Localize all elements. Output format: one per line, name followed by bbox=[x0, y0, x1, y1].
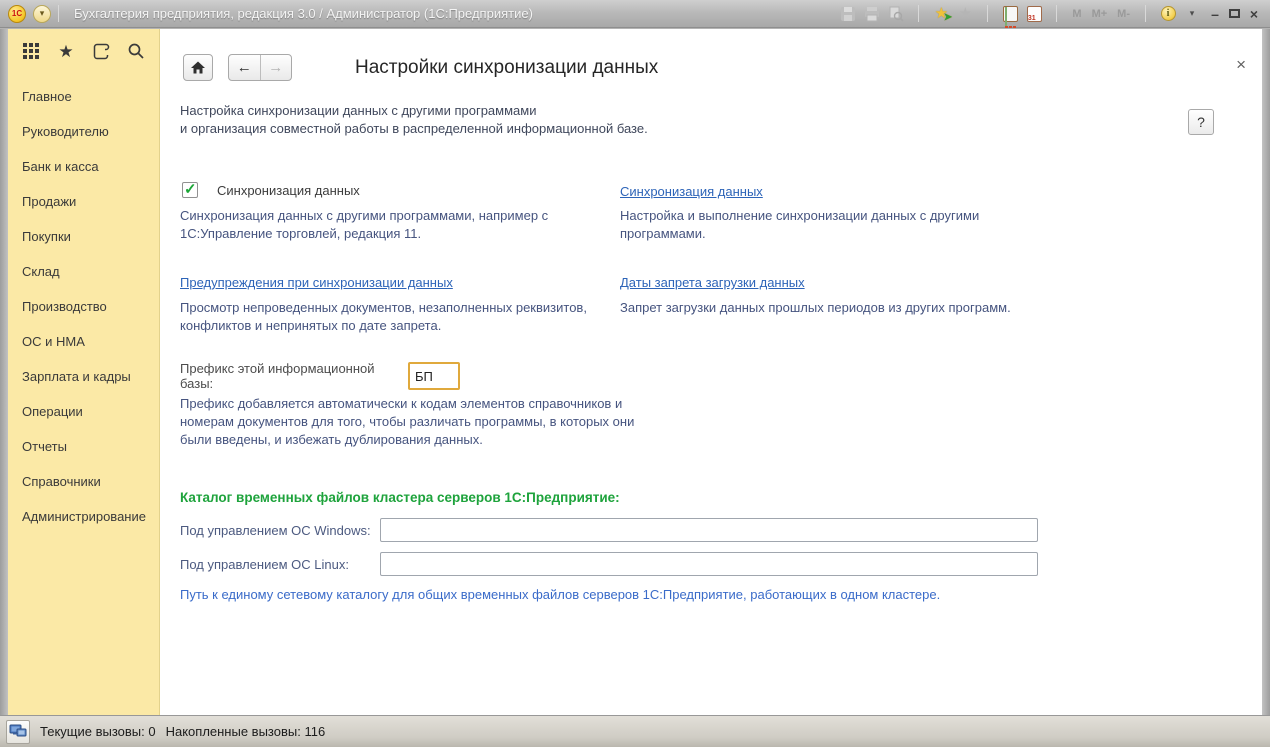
page-title: Настройки синхронизации данных bbox=[355, 57, 658, 79]
sidebar-item-glavnoe[interactable]: Главное bbox=[8, 79, 159, 114]
linux-path-input[interactable] bbox=[380, 552, 1038, 576]
memory-plus-button: M+ bbox=[1090, 8, 1110, 20]
sidebar-item-spravochniki[interactable]: Справочники bbox=[8, 464, 159, 499]
sync-warnings-description: Просмотр непроведенных документов, незап… bbox=[180, 299, 648, 335]
sections-list: Главное Руководителю Банк и касса Продаж… bbox=[8, 73, 159, 534]
minimize-button[interactable]: – bbox=[1207, 6, 1223, 22]
favorites-icon: ★ bbox=[956, 5, 974, 23]
monitors-icon bbox=[9, 724, 27, 740]
form-content: ← → Настройки синхронизации данных × Нас… bbox=[160, 29, 1262, 715]
menu-grid-icon[interactable] bbox=[20, 40, 42, 62]
window-frame-left bbox=[0, 29, 8, 715]
sidebar-item-operacii[interactable]: Операции bbox=[8, 394, 159, 429]
accumulated-calls-value: 116 bbox=[304, 724, 325, 739]
restrict-dates-description: Запрет загрузки данных прошлых периодов … bbox=[620, 299, 1070, 317]
sections-panel: ★ Главное Руководителю Банк и касса Прод… bbox=[8, 29, 160, 715]
cluster-note: Путь к единому сетевому каталогу для общ… bbox=[180, 587, 940, 602]
window-title: Бухгалтерия предприятия, редакция 3.0 / … bbox=[74, 6, 533, 21]
separator bbox=[1145, 5, 1146, 22]
separator bbox=[1056, 5, 1057, 22]
sidebar-item-bank-i-kassa[interactable]: Банк и касса bbox=[8, 149, 159, 184]
prefix-description: Префикс добавляется автоматически к кода… bbox=[180, 395, 635, 449]
prefix-label: Префикс этой информационной базы: bbox=[180, 361, 408, 391]
separator bbox=[918, 5, 919, 22]
print-preview-icon bbox=[887, 5, 905, 23]
close-form-icon[interactable]: × bbox=[1236, 56, 1246, 73]
favorites-star-icon[interactable]: ★ bbox=[55, 40, 77, 62]
linux-path-label: Под управлением ОС Linux: bbox=[180, 557, 380, 572]
help-button[interactable]: ? bbox=[1188, 109, 1214, 135]
sidebar-item-otchety[interactable]: Отчеты bbox=[8, 429, 159, 464]
maximize-button[interactable] bbox=[1229, 9, 1240, 18]
add-favorite-icon[interactable]: ★➤ bbox=[932, 5, 950, 23]
forward-button[interactable]: → bbox=[261, 55, 292, 80]
memory-minus-button: M- bbox=[1115, 8, 1132, 20]
sync-checkbox-description: Синхронизация данных с другими программа… bbox=[180, 207, 632, 243]
sync-checkbox[interactable]: ✓ bbox=[182, 182, 198, 198]
check-icon: ✓ bbox=[184, 180, 197, 198]
green-arrow-icon: ➤ bbox=[944, 13, 952, 23]
history-nav-group: ← → bbox=[228, 54, 292, 81]
windows-path-input[interactable] bbox=[380, 518, 1038, 542]
sidebar-item-zarplata-i-kadry[interactable]: Зарплата и кадры bbox=[8, 359, 159, 394]
memory-recall-button: M bbox=[1070, 8, 1083, 20]
calendar-icon[interactable]: 31 bbox=[1025, 5, 1043, 23]
search-icon[interactable] bbox=[125, 40, 147, 62]
accumulated-calls: Накопленные вызовы: 116 bbox=[166, 724, 326, 739]
windows-path-label: Под управлением ОС Windows: bbox=[180, 523, 380, 538]
save-icon bbox=[839, 5, 857, 23]
titlebar-toolbar: ★➤ ★ 31 M M+ M- i ▾ – × bbox=[839, 5, 1262, 23]
sidebar-item-proizvodstvo[interactable]: Производство bbox=[8, 289, 159, 324]
sidebar-item-prodazhi[interactable]: Продажи bbox=[8, 184, 159, 219]
main-area: ★ Главное Руководителю Банк и касса Прод… bbox=[0, 29, 1270, 715]
linux-path-row: Под управлением ОС Linux: bbox=[180, 552, 1038, 576]
calculator-icon[interactable] bbox=[1001, 5, 1019, 23]
restrict-dates-link[interactable]: Даты запрета загрузки данных bbox=[620, 275, 805, 290]
sidebar-toolbar: ★ bbox=[8, 29, 159, 73]
prefix-input[interactable] bbox=[408, 362, 460, 390]
info-icon[interactable]: i bbox=[1159, 5, 1177, 23]
sync-link-description: Настройка и выполнение синхронизации дан… bbox=[620, 207, 988, 243]
window-frame-right bbox=[1262, 29, 1270, 715]
print-icon bbox=[863, 5, 881, 23]
chevron-down-icon: ▾ bbox=[40, 8, 45, 19]
page-description: Настройка синхронизации данных с другими… bbox=[180, 102, 648, 138]
back-button[interactable]: ← bbox=[229, 55, 261, 80]
windows-path-row: Под управлением ОС Windows: bbox=[180, 518, 1038, 542]
statusbar: Текущие вызовы: 0 Накопленные вызовы: 11… bbox=[0, 715, 1270, 747]
separator bbox=[987, 5, 988, 22]
arrow-right-icon: → bbox=[268, 59, 283, 76]
separator bbox=[58, 5, 59, 22]
sync-warnings-link[interactable]: Предупреждения при синхронизации данных bbox=[180, 275, 453, 290]
sync-settings-link[interactable]: Синхронизация данных bbox=[620, 184, 763, 199]
titlebar: 1С ▾ Бухгалтерия предприятия, редакция 3… bbox=[0, 0, 1270, 28]
home-button[interactable] bbox=[183, 54, 213, 81]
1c-logo-icon: 1С bbox=[8, 5, 26, 23]
application-window: 1С ▾ Бухгалтерия предприятия, редакция 3… bbox=[0, 0, 1270, 747]
close-window-button[interactable]: × bbox=[1246, 6, 1262, 22]
sidebar-item-pokupki[interactable]: Покупки bbox=[8, 219, 159, 254]
sidebar-item-administrirovanie[interactable]: Администрирование bbox=[8, 499, 159, 534]
info-dropdown-icon[interactable]: ▾ bbox=[1183, 5, 1201, 23]
home-icon bbox=[190, 60, 206, 75]
main-menu-button[interactable]: ▾ bbox=[33, 5, 51, 23]
arrow-left-icon: ← bbox=[237, 59, 252, 76]
history-icon[interactable] bbox=[90, 40, 112, 62]
current-calls-value: 0 bbox=[148, 724, 155, 739]
prefix-row: Префикс этой информационной базы: bbox=[180, 361, 460, 391]
sync-checkbox-label: Синхронизация данных bbox=[217, 183, 360, 198]
current-calls: Текущие вызовы: 0 bbox=[40, 724, 156, 739]
sidebar-item-rukovoditelyu[interactable]: Руководителю bbox=[8, 114, 159, 149]
server-calls-button[interactable] bbox=[6, 720, 30, 744]
sync-checkbox-row: ✓ Синхронизация данных bbox=[182, 182, 360, 198]
sidebar-item-sklad[interactable]: Склад bbox=[8, 254, 159, 289]
cluster-section-header: Каталог временных файлов кластера сервер… bbox=[180, 490, 620, 505]
sidebar-item-os-i-nma[interactable]: ОС и НМА bbox=[8, 324, 159, 359]
